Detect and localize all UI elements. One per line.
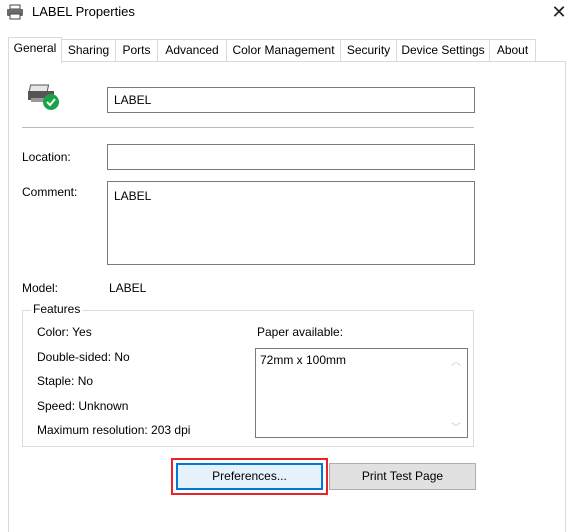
printer-icon [6,4,24,20]
paper-available-list[interactable]: 72mm x 100mm ︿ ﹀ [255,348,468,438]
features-title: Features [31,302,83,316]
feature-max-resolution: Maximum resolution: 203 dpi [37,423,191,437]
separator [22,127,474,128]
tab-device-settings[interactable]: Device Settings [396,39,490,61]
scroll-up-icon[interactable]: ︿ [451,353,461,368]
comment-label: Comment: [22,185,78,199]
paper-available-label: Paper available: [257,325,344,339]
printer-status-icon [27,83,61,111]
model-value: LABEL [109,281,147,295]
preferences-button[interactable]: Preferences... [176,463,323,490]
tab-general[interactable]: General [8,37,62,63]
window-title: LABEL Properties [32,4,135,19]
feature-double-sided: Double-sided: No [37,350,130,364]
feature-color: Color: Yes [37,325,92,339]
location-field[interactable] [107,144,475,170]
tab-sharing[interactable]: Sharing [61,39,116,61]
comment-field[interactable]: LABEL [107,181,475,265]
tab-ports[interactable]: Ports [115,39,158,61]
tab-advanced[interactable]: Advanced [157,39,227,61]
close-button[interactable]: ✕ [545,0,573,24]
model-label: Model: [22,281,59,295]
location-label: Location: [22,150,71,164]
list-item[interactable]: 72mm x 100mm [260,353,346,367]
tab-about[interactable]: About [489,39,536,61]
feature-staple: Staple: No [37,374,94,388]
feature-speed: Speed: Unknown [37,399,129,413]
print-test-page-button[interactable]: Print Test Page [329,463,476,490]
printer-name-field[interactable]: LABEL [107,87,475,113]
tab-security[interactable]: Security [340,39,397,61]
scroll-down-icon[interactable]: ﹀ [451,419,461,434]
tab-color-management[interactable]: Color Management [226,39,341,61]
